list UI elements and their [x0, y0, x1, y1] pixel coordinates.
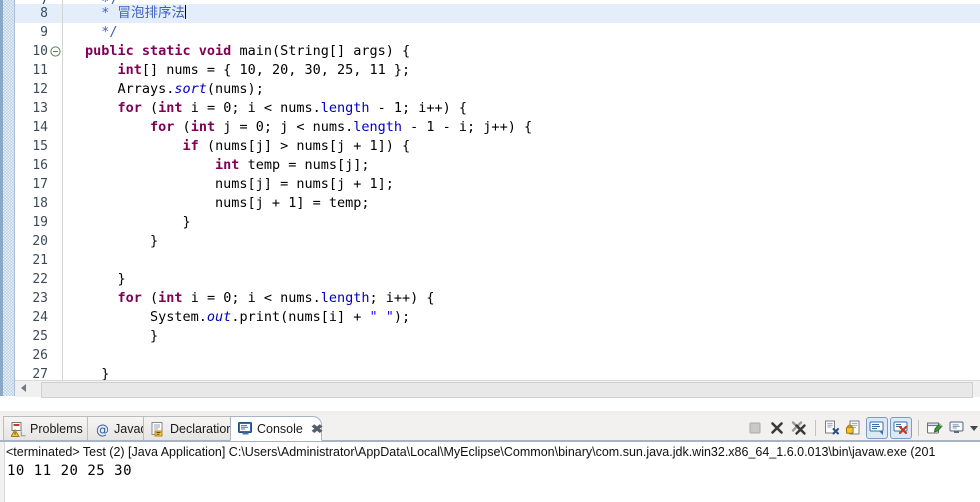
code-line-26[interactable]: [63, 346, 980, 365]
line-number-20[interactable]: 20: [15, 232, 62, 251]
code-line-10[interactable]: public static void main(String[] args) {: [63, 42, 980, 61]
java-code-editor[interactable]: 7891011121314151617181920212223242526272…: [0, 0, 980, 411]
line-number-14[interactable]: 14: [15, 118, 62, 137]
show-console-button[interactable]: [866, 417, 888, 439]
line-number-21[interactable]: 21: [15, 251, 62, 270]
line-number-11[interactable]: 11: [15, 61, 62, 80]
line-number-ruler[interactable]: 7891011121314151617181920212223242526272…: [15, 0, 62, 401]
clear-console-button[interactable]: [822, 418, 842, 438]
line-number-23[interactable]: 23: [15, 289, 62, 308]
fold-collapse-icon[interactable]: [50, 46, 61, 57]
remove-all-launches-button[interactable]: [789, 418, 809, 438]
separator-1: [815, 420, 816, 436]
open-console-button[interactable]: [925, 418, 945, 438]
show-console-icon: [868, 419, 886, 437]
display-selected-console[interactable]: [947, 418, 967, 438]
code-line-8[interactable]: * 冒泡排序法: [63, 4, 980, 23]
line-number-16[interactable]: 16: [15, 156, 62, 175]
line-number-9[interactable]: 9: [15, 23, 62, 42]
line-number-26[interactable]: 26: [15, 346, 62, 365]
code-line-11[interactable]: int[] nums = { 10, 20, 30, 25, 11 };: [63, 61, 980, 80]
code-line-24[interactable]: System.out.print(nums[i] + " ");: [63, 308, 980, 327]
problems-icon: [10, 421, 26, 437]
clear-console-icon: [823, 419, 841, 437]
text-caret: [185, 5, 187, 19]
tab-problems[interactable]: Problems: [3, 416, 97, 441]
console-view-toolbar[interactable]: [745, 416, 980, 440]
code-line-23[interactable]: for (int i = 0; i < nums.length; i++) {: [63, 289, 980, 308]
console-left-margin: [0, 442, 5, 502]
javadoc-icon: @: [95, 422, 110, 438]
pin-console-icon: [892, 419, 910, 437]
console-icon: [238, 421, 253, 436]
line-number-25[interactable]: 25: [15, 327, 62, 346]
code-line-20[interactable]: }: [63, 232, 980, 251]
line-number-10[interactable]: 10: [15, 42, 62, 61]
pin-console-button[interactable]: [890, 417, 912, 439]
display-console-icon: [948, 419, 966, 437]
tab-label: Console: [257, 421, 303, 436]
svg-text:@: @: [96, 423, 109, 437]
code-line-22[interactable]: }: [63, 270, 980, 289]
scrollbar-thumb[interactable]: [41, 382, 973, 398]
tab-label: Problems: [30, 422, 83, 436]
line-number-12[interactable]: 12: [15, 80, 62, 99]
line-number-18[interactable]: 18: [15, 194, 62, 213]
editor-horizontal-scrollbar[interactable]: [15, 380, 980, 398]
tab-console[interactable]: Console ✖: [230, 416, 324, 441]
remove-launch-button[interactable]: [767, 418, 787, 438]
line-number-13[interactable]: 13: [15, 99, 62, 118]
eclipse-ide-window: 7891011121314151617181920212223242526272…: [0, 0, 980, 502]
line-number-8[interactable]: 8: [15, 4, 62, 23]
code-line-9[interactable]: */: [63, 23, 980, 42]
chevron-down-icon[interactable]: [970, 425, 978, 431]
console-output-text: 10 11 20 25 30: [7, 463, 133, 479]
code-line-25[interactable]: }: [63, 327, 980, 346]
separator-2: [918, 420, 919, 436]
remove-all-x-icon: [790, 419, 808, 437]
line-number-24[interactable]: 24: [15, 308, 62, 327]
declaration-icon: [151, 421, 166, 437]
annotation-ruler[interactable]: [0, 0, 15, 396]
code-line-12[interactable]: Arrays.sort(nums);: [63, 80, 980, 99]
code-line-15[interactable]: if (nums[j] > nums[j + 1]) {: [63, 137, 980, 156]
new-console-icon: [926, 419, 944, 437]
code-line-14[interactable]: for (int j = 0; j < nums.length - 1 - i;…: [63, 118, 980, 137]
code-line-16[interactable]: int temp = nums[j];: [63, 156, 980, 175]
close-icon[interactable]: ✖: [311, 422, 324, 436]
scroll-lock-button[interactable]: [844, 418, 864, 438]
scroll-lock-icon: [845, 419, 863, 437]
bottom-view-panel: Problems @ Javadoc Declaration Console ✖ <ter…: [0, 411, 980, 502]
tab-label: Declaration: [170, 422, 234, 436]
console-status-line: <terminated> Test (2) [Java Application]…: [6, 445, 936, 459]
code-line-21[interactable]: [63, 251, 980, 270]
code-line-19[interactable]: }: [63, 213, 980, 232]
code-line-17[interactable]: nums[j] = nums[j + 1];: [63, 175, 980, 194]
terminate-button[interactable]: [745, 418, 765, 438]
code-text-area[interactable]: */ * 冒泡排序法 */public static void main(Str…: [63, 0, 980, 396]
code-line-18[interactable]: nums[j + 1] = temp;: [63, 194, 980, 213]
console-output-area[interactable]: <terminated> Test (2) [Java Application]…: [0, 441, 980, 502]
line-number-17[interactable]: 17: [15, 175, 62, 194]
line-number-19[interactable]: 19: [15, 213, 62, 232]
remove-x-icon: [768, 419, 786, 437]
tab-declaration[interactable]: Declaration: [143, 416, 240, 441]
line-number-15[interactable]: 15: [15, 137, 62, 156]
stop-square-icon: [746, 419, 764, 437]
line-number-22[interactable]: 22: [15, 270, 62, 289]
code-line-13[interactable]: for (int i = 0; i < nums.length - 1; i++…: [63, 99, 980, 118]
scroll-left-arrow-icon[interactable]: [21, 384, 26, 392]
